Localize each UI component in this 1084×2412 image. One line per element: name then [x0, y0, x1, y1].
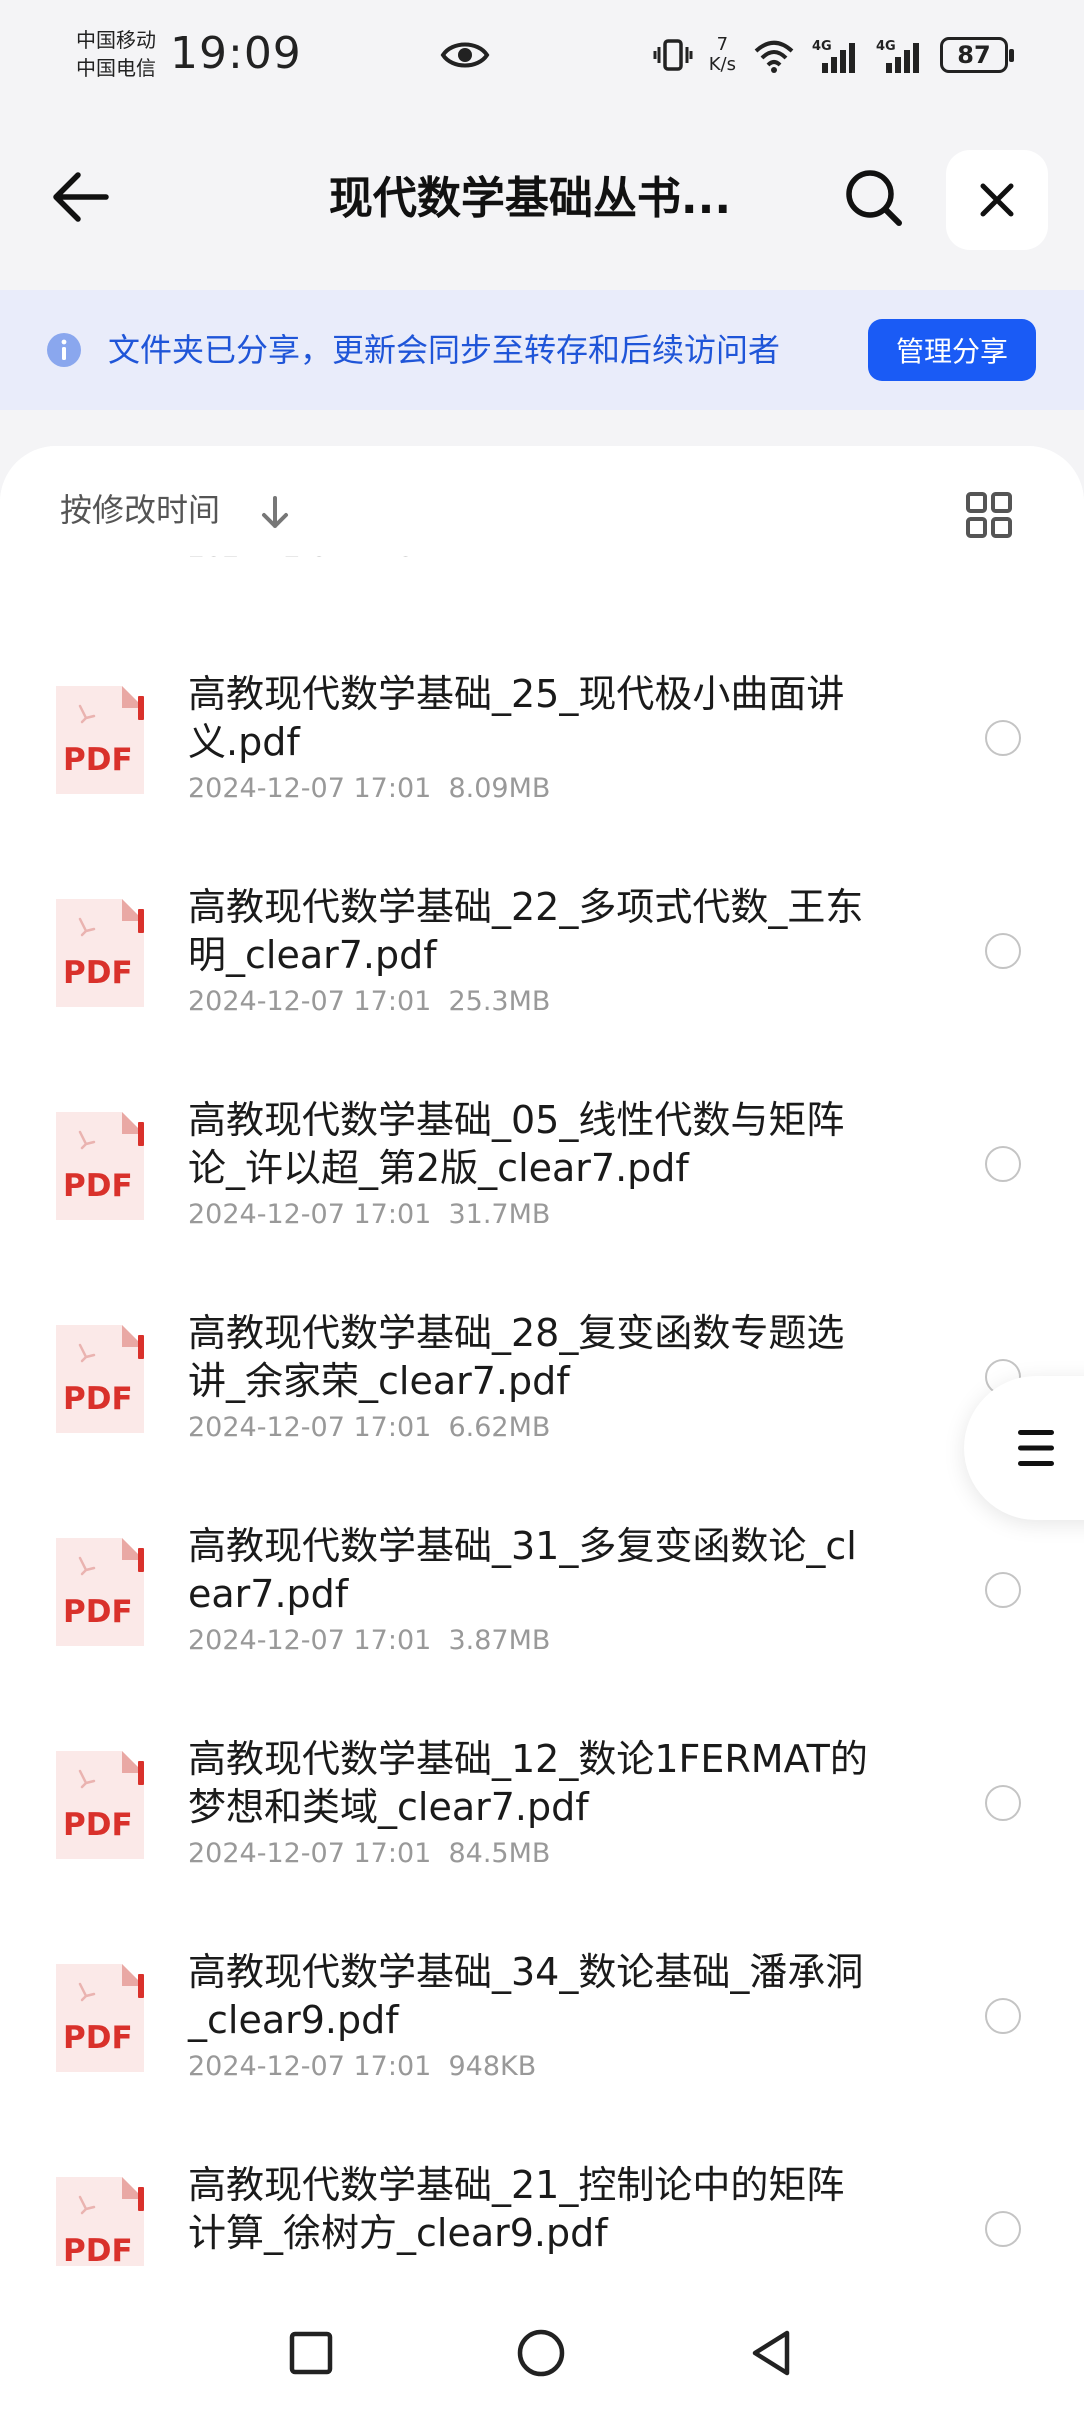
- file-list-item[interactable]: PDF 高教现代数学基础_12_数论1FERMAT的梦想和类域_clear7.pd…: [0, 1735, 1084, 1947]
- file-name: 高教现代数学基础_21_控制论中的矩阵计算_徐树方_clear9.pdf: [188, 2163, 845, 2255]
- pdf-file-icon: PDF: [56, 686, 144, 794]
- svg-text:PDF: PDF: [63, 2020, 133, 2056]
- manage-share-button[interactable]: 管理分享: [868, 319, 1036, 381]
- share-banner-text: 文件夹已分享，更新会同步至转存和后续访问者: [108, 331, 781, 369]
- status-bar: 中国移动 中国电信 19:09 7 K/s 4G 4G 87: [0, 0, 1084, 115]
- file-list-sheet: 按修改时间 2024-12-07 17:01 7.74MB PDF 高教现代数学基…: [0, 446, 1084, 2412]
- file-name: 高教现代数学基础_28_复变函数专题选讲_余家荣_clear7.pdf: [188, 1311, 845, 1403]
- menu-icon: [1018, 1430, 1054, 1466]
- file-list-item[interactable]: PDF 高教现代数学基础_21_控制论中的矩阵计算_徐树方_clear9.pdf 2…: [0, 2161, 1084, 2266]
- svg-text:4G: 4G: [876, 39, 896, 54]
- circle-icon: [517, 2329, 565, 2377]
- system-navigation-bar: [0, 2296, 1084, 2412]
- battery-indicator: 87: [940, 37, 1014, 73]
- home-button[interactable]: [506, 2318, 576, 2388]
- file-meta: 2024-12-07 17:01 6.62MB: [188, 1412, 551, 1443]
- select-checkbox[interactable]: [985, 2211, 1021, 2247]
- svg-text:PDF: PDF: [63, 2233, 133, 2266]
- triangle-back-icon: [752, 2330, 790, 2376]
- back-arrow-icon: [53, 172, 109, 222]
- status-indicators: 7 K/s 4G 4G 87: [653, 30, 1014, 80]
- square-icon: [289, 2331, 333, 2375]
- signal-4g-icon-2: 4G: [876, 39, 919, 73]
- page-title: 现代数学基础丛书...: [328, 173, 732, 224]
- info-icon: [47, 333, 81, 367]
- file-meta: 2024-12-07 17:01 25.3MB: [188, 986, 551, 1017]
- pdf-file-icon: PDF: [56, 1325, 144, 1433]
- file-name: 高教现代数学基础_12_数论1FERMAT的梦想和类域_clear7.pdf: [188, 1737, 868, 1829]
- file-name: 高教现代数学基础_25_现代极小曲面讲义.pdf: [188, 672, 845, 764]
- file-meta: 2024-12-07 17:01 948KB: [188, 2051, 537, 2082]
- signal-4g-icon-1: 4G: [812, 39, 855, 73]
- pdf-file-icon: PDF: [56, 1112, 144, 1220]
- file-list-item[interactable]: PDF 高教现代数学基础_05_线性代数与矩阵论_许以超_第2版_clear7.p…: [0, 1096, 1084, 1308]
- sort-by-modified-time[interactable]: 按修改时间: [60, 490, 220, 530]
- eye-icon: [440, 42, 490, 68]
- select-checkbox[interactable]: [985, 1572, 1021, 1608]
- pdf-file-icon: PDF: [56, 2177, 144, 2266]
- select-checkbox[interactable]: [985, 1785, 1021, 1821]
- carrier-2: 中国电信: [76, 56, 156, 80]
- close-button[interactable]: [946, 150, 1048, 250]
- recents-button[interactable]: [276, 2318, 346, 2388]
- pdf-file-icon: PDF: [56, 899, 144, 1007]
- back-button[interactable]: [45, 162, 115, 232]
- file-list-item[interactable]: PDF 高教现代数学基础_31_多复变函数论_clear7.pdf 2024-12-…: [0, 1522, 1084, 1734]
- pdf-file-icon: PDF: [56, 1964, 144, 2072]
- file-name: 高教现代数学基础_22_多项式代数_王东明_clear7.pdf: [188, 885, 864, 977]
- wifi-icon: [754, 40, 794, 73]
- grid-view-icon[interactable]: [964, 490, 1014, 540]
- svg-text:PDF: PDF: [63, 955, 133, 991]
- file-meta: 2024-12-07 17:01 84.5MB: [188, 1838, 551, 1869]
- partial-item-meta: 2024-12-07 17:01 7.74MB: [188, 556, 542, 566]
- svg-text:PDF: PDF: [63, 1168, 133, 1204]
- file-list-item[interactable]: PDF 高教现代数学基础_22_多项式代数_王东明_clear7.pdf 2024-…: [0, 883, 1084, 1095]
- search-button[interactable]: [838, 162, 910, 234]
- file-list: 2024-12-07 17:01 7.74MB PDF 高教现代数学基础_25_现…: [0, 556, 1084, 2266]
- carrier-names: 中国移动 中国电信: [76, 26, 156, 82]
- top-app-bar: 现代数学基础丛书...: [0, 140, 1084, 260]
- select-checkbox[interactable]: [985, 1146, 1021, 1182]
- file-meta: 2024-12-07 17:01 8.27MB: [188, 2262, 550, 2266]
- select-checkbox[interactable]: [985, 720, 1021, 756]
- clock: 19:09: [170, 28, 302, 79]
- select-checkbox[interactable]: [985, 1998, 1021, 2034]
- arrow-down-icon[interactable]: [258, 494, 292, 530]
- file-name: 高教现代数学基础_34_数论基础_潘承洞_clear9.pdf: [188, 1950, 864, 2042]
- file-meta: 2024-12-07 17:01 3.87MB: [188, 1625, 551, 1656]
- share-banner: 文件夹已分享，更新会同步至转存和后续访问者 管理分享: [0, 290, 1084, 410]
- network-speed-value: 7: [716, 34, 729, 55]
- carrier-1: 中国移动: [76, 28, 156, 52]
- file-list-item[interactable]: PDF 高教现代数学基础_28_复变函数专题选讲_余家荣_clear7.pdf 20…: [0, 1309, 1084, 1521]
- svg-text:PDF: PDF: [63, 1381, 133, 1417]
- select-checkbox[interactable]: [985, 933, 1021, 969]
- file-list-item[interactable]: PDF 高教现代数学基础_34_数论基础_潘承洞_clear9.pdf 2024-1…: [0, 1948, 1084, 2160]
- svg-text:PDF: PDF: [63, 1594, 133, 1630]
- system-back-button[interactable]: [736, 2318, 806, 2388]
- file-list-item[interactable]: PDF 高教现代数学基础_25_现代极小曲面讲义.pdf 2024-12-07 17…: [0, 670, 1084, 882]
- file-meta: 2024-12-07 17:01 31.7MB: [188, 1199, 551, 1230]
- search-icon: [846, 170, 902, 226]
- file-name: 高教现代数学基础_31_多复变函数论_clear7.pdf: [188, 1524, 857, 1616]
- pdf-file-icon: PDF: [56, 1751, 144, 1859]
- pdf-file-icon: PDF: [56, 1538, 144, 1646]
- file-meta: 2024-12-07 17:01 8.09MB: [188, 773, 551, 804]
- network-speed: 7 K/s: [709, 35, 736, 75]
- sort-bar: 按修改时间: [0, 446, 1084, 556]
- svg-text:4G: 4G: [812, 39, 832, 54]
- vibrate-icon: [653, 39, 693, 71]
- close-icon: [980, 183, 1014, 217]
- svg-text:PDF: PDF: [63, 1807, 133, 1843]
- network-speed-unit: K/s: [708, 54, 736, 75]
- file-name: 高教现代数学基础_05_线性代数与矩阵论_许以超_第2版_clear7.pdf: [188, 1098, 845, 1190]
- svg-text:PDF: PDF: [63, 742, 133, 778]
